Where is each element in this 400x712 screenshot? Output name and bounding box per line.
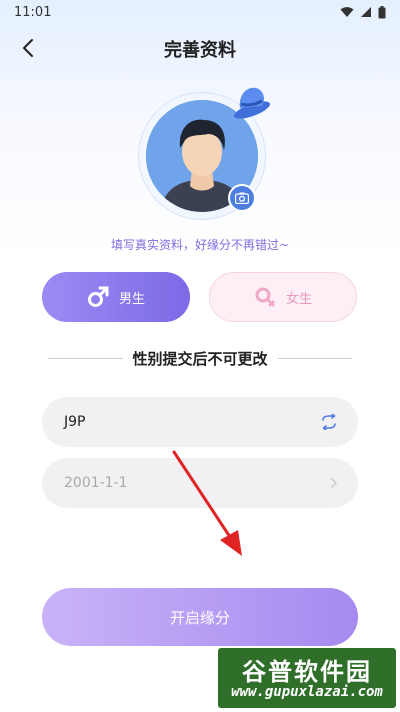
top-nav: 完善资料: [0, 28, 400, 68]
watermark-title: 谷普软件园: [242, 658, 372, 686]
start-button[interactable]: 开启缘分: [42, 588, 358, 646]
gender-male-label: 男生: [118, 291, 145, 307]
wifi-icon: [340, 7, 354, 17]
profile-hint: 填写真实资料，好缘分不再错过~: [110, 238, 290, 252]
male-symbol-icon: [87, 286, 109, 307]
signal-icon: [361, 7, 371, 17]
status-time: 11:01: [14, 4, 52, 20]
refresh-icon[interactable]: [320, 414, 338, 430]
gender-male-button[interactable]: 男生: [42, 272, 190, 322]
battery-icon: [378, 5, 386, 18]
watermark-url: www.gupuxlazai.com: [231, 684, 383, 700]
nickname-field[interactable]: J9P: [42, 397, 358, 447]
status-bar: 11:01: [0, 0, 400, 24]
birthday-value: 2001-1-1: [64, 475, 128, 491]
divider-right: [277, 357, 353, 359]
nickname-value: J9P: [64, 414, 86, 430]
status-icons: [340, 5, 386, 19]
page-title: 完善资料: [164, 40, 236, 61]
bowler-hat-icon: [234, 87, 270, 119]
female-symbol-icon: [255, 287, 275, 307]
divider-left: [48, 357, 123, 359]
gender-female-label: 女生: [285, 291, 312, 307]
gender-female-button[interactable]: 女生: [209, 272, 357, 322]
site-watermark: 谷普软件园 www.gupuxlazai.com: [218, 648, 396, 708]
gender-notice-text: 性别提交后不可更改: [132, 349, 268, 368]
camera-button[interactable]: [228, 184, 256, 212]
gender-notice: 性别提交后不可更改: [48, 346, 353, 370]
birthday-field[interactable]: 2001-1-1: [42, 458, 358, 508]
chevron-right-icon: [331, 478, 338, 488]
camera-icon: [235, 192, 249, 204]
